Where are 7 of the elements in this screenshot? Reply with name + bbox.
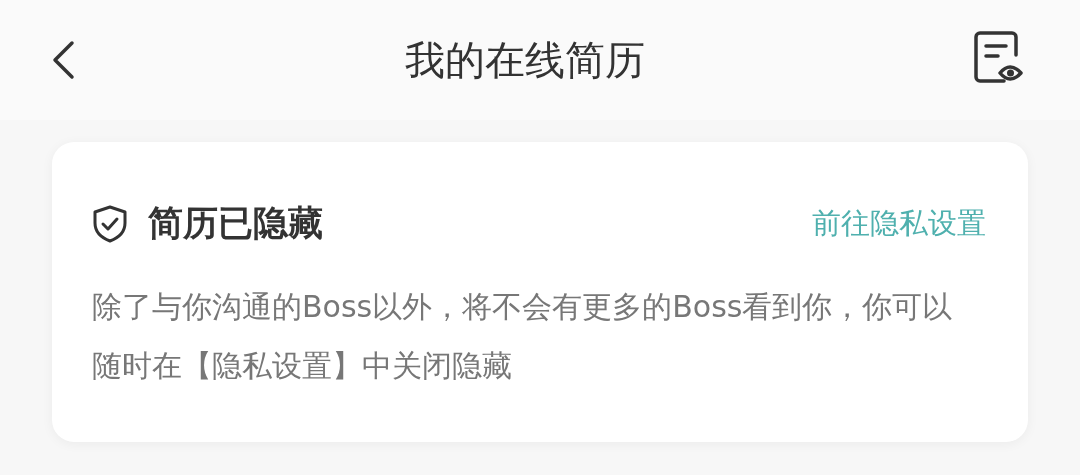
- shield-check-icon: [92, 204, 128, 243]
- document-eye-icon[interactable]: [974, 31, 1024, 85]
- page-title: 我的在线简历: [405, 35, 645, 85]
- back-icon[interactable]: [50, 40, 76, 80]
- notice-text: 除了与你沟通的Boss以外，将不会有更多的Boss看到你，你可以随时在【隐私设置】中关闭隐藏: [92, 288, 954, 385]
- notice-title: 简历已隐藏: [148, 202, 324, 245]
- privacy-settings-link[interactable]: 前往隐私设置: [812, 203, 986, 244]
